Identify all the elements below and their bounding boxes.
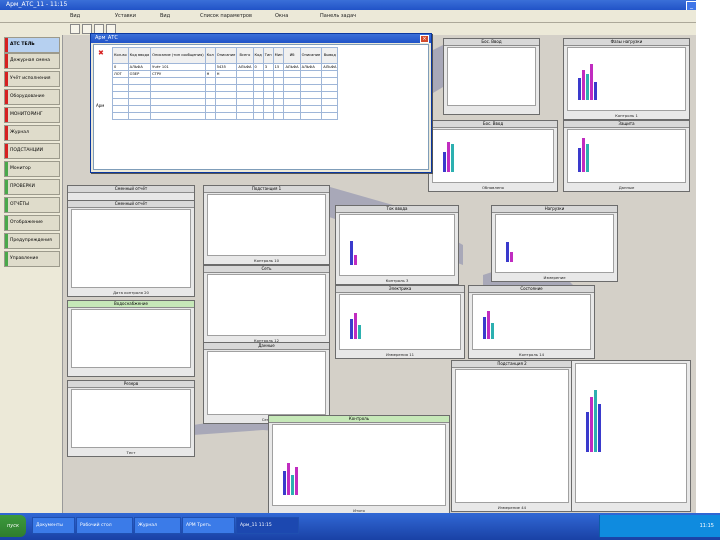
sidebar-item[interactable]: Журнал [4,125,60,141]
menu-item[interactable]: Вид [160,10,170,22]
taskbar: пуск Документы Рабочий стол Журнал АРМ Т… [0,513,720,540]
sidebar-item[interactable]: Монитор [4,161,60,177]
panel[interactable]: Нагрузки Измерение [491,205,618,282]
panel[interactable]: Состояние Контроль 14 [468,285,595,359]
dialog-close-button[interactable]: × [420,35,429,43]
sidebar-item[interactable]: ПОДСТАНЦИИ [4,143,60,159]
panel[interactable]: Бос. Ввод Обновлено [428,120,558,192]
panel[interactable]: Подстанция 1 Контроль 10 [203,185,330,265]
window-titlebar: Арм_АТС_11 - 11:15 _ □ × [0,0,720,11]
panel[interactable]: Сменный отчёт Дата контроля 20 [67,200,195,297]
dialog-table: Кол-во Код ввода Описание (тип сообщения) К… [112,47,339,120]
menu-bar: Вид Уставки Вид Список параметров Окна П… [0,10,720,23]
panel[interactable]: Бос. Ввод [443,38,540,115]
table-row[interactable]: ЛОТ ОЗЕР СТРУ Н Н [112,70,339,78]
menu-item[interactable]: Вид [70,10,80,22]
panel[interactable]: Контроль Итого [268,415,450,515]
table-row[interactable] [112,91,339,99]
detail-dialog[interactable]: Арм_АТС × ✖ Арм Кол-во Код ввода Описание … [90,33,432,173]
menu-item[interactable]: Уставки [115,10,136,22]
sidebar-header[interactable]: АТС ТЕЛЬ [4,37,60,53]
table-row[interactable] [112,77,339,85]
clock: 11:15 [699,523,714,529]
dialog-title: Арм_АТС [91,34,431,43]
sidebar-item[interactable]: ПРОВЕРКИ [4,179,60,195]
taskbar-item[interactable]: АРМ Треть [182,517,235,534]
sidebar-item[interactable]: Оборудование [4,89,60,105]
taskbar-item[interactable]: Документы [32,517,75,534]
table-row[interactable] [112,98,339,106]
table-row[interactable] [112,84,339,92]
taskbar-item[interactable]: Арм_11 11:15 [236,517,299,534]
dialog-body: ✖ Арм Кол-во Код ввода Описание (тип сообщ… [93,44,429,170]
system-tray: 11:15 [599,515,720,537]
panel[interactable]: Резерв Тест [67,380,195,457]
table-row[interactable] [112,112,339,120]
menu-item[interactable]: Окна [275,10,288,22]
panel[interactable]: Фазы нагрузки Контроль 1 [563,38,690,120]
sidebar-item[interactable]: Учёт исполнения [4,71,60,87]
panel[interactable]: Подстанция 2 Измерение 44 [451,360,573,512]
taskbar-item[interactable]: Журнал [134,517,181,534]
panel[interactable]: Данные Сеть [203,342,330,424]
panel[interactable]: Сеть Контроль 12 [203,265,330,345]
start-button[interactable]: пуск [0,515,26,537]
sidebar-item[interactable]: Отображение [4,215,60,231]
window-title: Арм_АТС_11 - 11:15 [6,1,68,8]
sidebar-item[interactable]: Управление [4,251,60,267]
menu-item[interactable]: Панель задач [320,10,356,22]
table-row[interactable]: 0 АЛЬФА Учёт 101 5435 АЛЬФА 0 3 15 АЛЬФА АЛЬФА АЛЬ… [112,63,339,71]
sidebar: АТС ТЕЛЬ Дежурная смена Учёт исполнения … [0,35,63,513]
right-margin [696,0,720,513]
sidebar-item[interactable]: Дежурная смена [4,53,60,69]
sidebar-item[interactable]: ОТЧЁТЫ [4,197,60,213]
sidebar-item[interactable]: Предупреждения [4,233,60,249]
panel[interactable]: Электрика Измерения 11 [335,285,465,359]
panel[interactable] [571,360,691,512]
panel[interactable]: Защита Данные [563,120,690,192]
dialog-side-label: Арм [96,103,105,108]
alert-icon: ✖ [98,49,104,57]
panel[interactable]: Водоснабжение [67,300,195,377]
tool-button[interactable] [70,24,80,34]
panel[interactable]: Ток ввода Контроль 3 [335,205,459,285]
sidebar-item[interactable]: МОНИТОРИНГ [4,107,60,123]
menu-item[interactable]: Список параметров [200,10,252,22]
table-row[interactable] [112,105,339,113]
taskbar-item[interactable]: Рабочий стол [76,517,133,534]
